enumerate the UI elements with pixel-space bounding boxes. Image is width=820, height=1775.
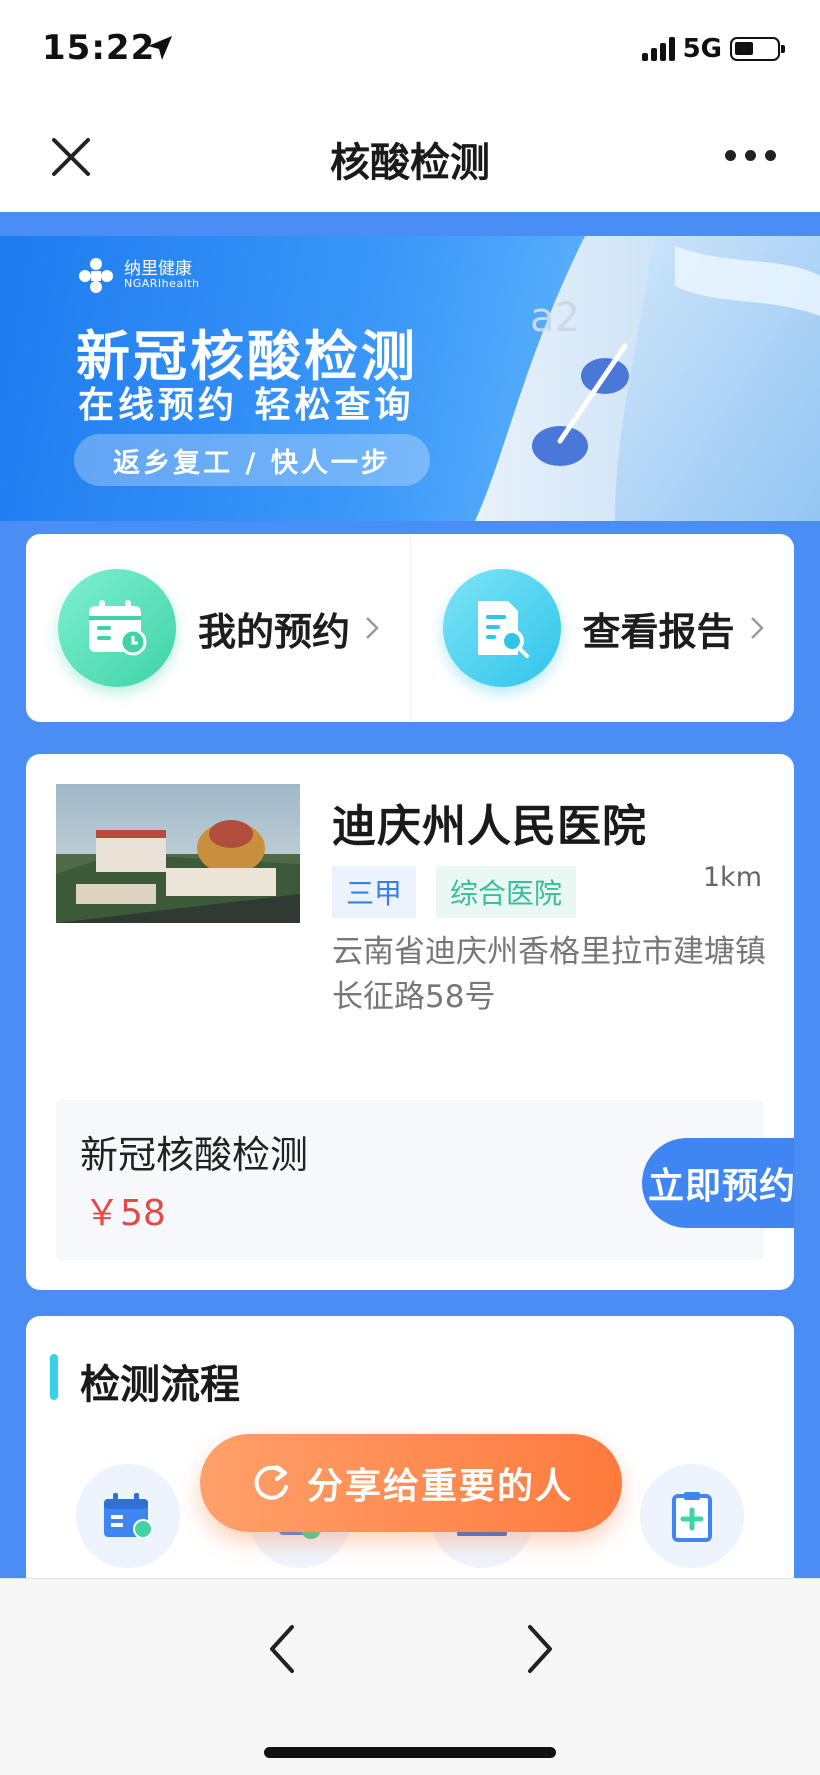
- svg-text:a2: a2: [530, 295, 580, 341]
- hospital-name: 迪庆州人民医院: [332, 801, 647, 852]
- nav-bar: 核酸检测: [0, 100, 820, 212]
- network-type: 5G: [682, 34, 722, 64]
- share-refresh-icon: [254, 1465, 288, 1500]
- home-indicator[interactable]: [264, 1747, 556, 1758]
- more-menu-icon[interactable]: [725, 150, 776, 161]
- hospital-address: 云南省迪庆州香格里拉市建塘镇长征路58号: [332, 934, 766, 1015]
- status-indicators: 5G: [641, 34, 785, 64]
- view-report-label: 查看报告: [582, 609, 735, 654]
- service-name: 新冠核酸检测: [80, 1133, 309, 1177]
- step-calendar-icon: [76, 1464, 180, 1568]
- hospital-level-tag: 三甲: [332, 866, 417, 918]
- cellular-signal-icon: [641, 37, 675, 61]
- back-arrow-icon[interactable]: [262, 1619, 302, 1679]
- forward-arrow-icon[interactable]: [520, 1619, 560, 1679]
- location-arrow-icon: [148, 36, 172, 60]
- banner-slogan: 返乡复工 / 快人一步: [74, 434, 430, 486]
- chevron-right-icon: [366, 617, 379, 639]
- section-accent-bar: [50, 1354, 58, 1400]
- my-appointments-label: 我的预约: [198, 609, 351, 654]
- chevron-right-icon: [750, 617, 764, 639]
- hospital-distance: 1km: [702, 862, 762, 893]
- hospital-type-tag: 综合医院: [436, 866, 577, 918]
- service-price: ￥58: [84, 1193, 166, 1234]
- hospital-card[interactable]: 迪庆州人民医院 三甲 综合医院 1km 云南省迪庆州香格里拉市建塘镇长征路58号…: [26, 754, 794, 1290]
- promo-banner[interactable]: 纳里健康 NGARIhealth 新冠核酸检测 在线预约 轻松查询 返乡复工 /…: [0, 236, 820, 521]
- report-search-icon: [442, 569, 561, 687]
- process-title: 检测流程: [80, 1362, 240, 1408]
- share-button[interactable]: 分享给重要的人: [200, 1434, 622, 1532]
- brand-name-en: NGARIhealth: [124, 277, 200, 290]
- screen: 15:22 5G 核酸检测 纳里健康 NGARIhealth 新冠核酸检测 在线…: [0, 0, 820, 1775]
- view-report-button[interactable]: 查看报告: [409, 534, 795, 722]
- banner-medical-photo: a2: [475, 236, 820, 521]
- step-report-icon: [640, 1464, 744, 1568]
- page-title: 核酸检测: [330, 140, 490, 186]
- calendar-icon: [58, 569, 176, 687]
- quick-actions-card: 我的预约 查看报告: [26, 534, 794, 722]
- battery-icon: [730, 37, 785, 61]
- banner-subtitle: 在线预约 轻松查询: [78, 385, 415, 426]
- share-label: 分享给重要的人: [306, 1466, 573, 1507]
- browser-toolbar: [0, 1578, 820, 1775]
- status-time: 15:22: [42, 28, 156, 68]
- book-now-button[interactable]: 立即预约: [642, 1138, 794, 1228]
- brand-logo-icon: [79, 258, 113, 293]
- my-appointments-button[interactable]: 我的预约: [26, 534, 410, 722]
- brand-name-cn: 纳里健康: [124, 259, 192, 279]
- brand-logo: 纳里健康 NGARIhealth: [76, 256, 200, 294]
- status-bar: 15:22 5G: [0, 0, 820, 100]
- hospital-photo: [56, 784, 300, 923]
